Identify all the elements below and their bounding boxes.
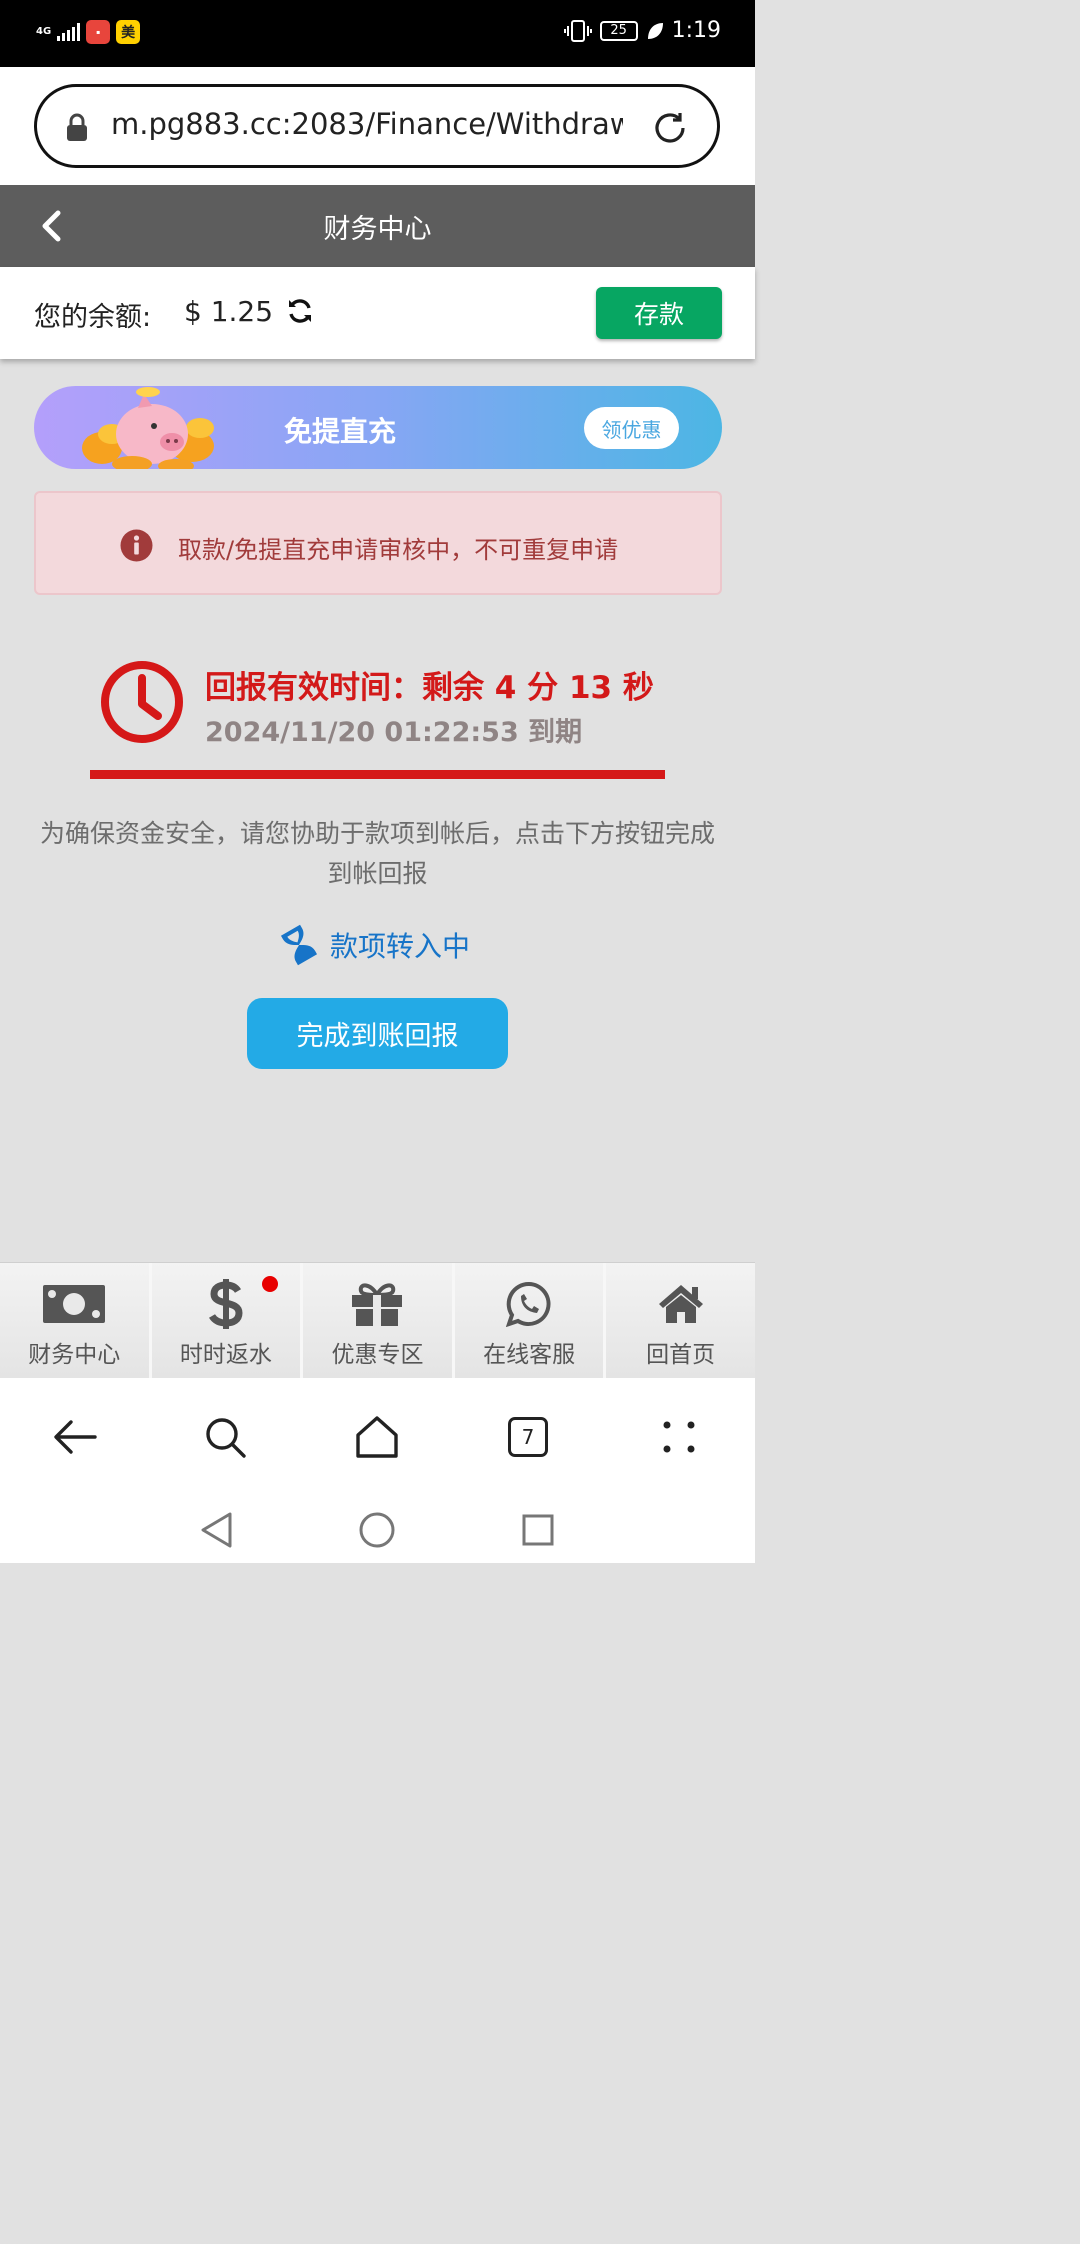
reload-icon[interactable]	[649, 107, 691, 149]
meituan-app-icon: 美	[116, 20, 141, 44]
nav-item-rebate[interactable]: 时时返水	[151, 1263, 304, 1378]
refresh-balance-icon[interactable]	[286, 297, 314, 325]
search-icon	[206, 1418, 246, 1458]
banner-title: 免提直充	[284, 415, 397, 448]
browser-address-area: m.pg883.cc:2083/Finance/Withdraw	[0, 67, 755, 185]
address-bar[interactable]: m.pg883.cc:2083/Finance/Withdraw	[34, 84, 720, 168]
back-icon	[54, 1420, 97, 1454]
android-nav-bar	[0, 1496, 755, 1563]
vibrate-icon	[563, 19, 592, 42]
nav-label-rebate: 时时返水	[179, 1342, 272, 1368]
square-recents-icon	[522, 1514, 554, 1546]
browser-toolbar: 7	[0, 1378, 755, 1496]
lock-icon	[67, 113, 87, 141]
nav-label-home: 回首页	[646, 1342, 716, 1368]
browser-tabs-button[interactable]: 7	[503, 1412, 553, 1462]
battery-level: 25	[610, 23, 627, 38]
android-home-button[interactable]	[357, 1510, 397, 1550]
browser-search-button[interactable]	[200, 1412, 250, 1462]
battery-icon: 25	[599, 20, 638, 41]
page-header: 财务中心	[0, 185, 755, 267]
promo-banner[interactable]: 免提直充 领优惠	[34, 386, 722, 469]
deposit-button[interactable]: 存款	[596, 287, 722, 339]
complete-report-button[interactable]: 完成到账回报	[247, 998, 508, 1069]
hourglass-icon	[280, 924, 318, 966]
status-left: 4G ▪ 美	[36, 20, 141, 44]
clock-time: 1:19	[671, 18, 721, 43]
info-icon	[120, 529, 153, 562]
transfer-status-text: 款项转入中	[330, 930, 471, 963]
safety-notice: 为确保资金安全，请您协助于款项到帐后，点击下方按钮完成到帐回报	[39, 819, 715, 888]
money-bill-icon	[43, 1285, 106, 1323]
nav-item-promotions[interactable]: 优惠专区	[303, 1263, 455, 1378]
menu-dots-icon	[663, 1421, 695, 1453]
circle-home-icon	[359, 1512, 395, 1548]
android-recents-button[interactable]	[518, 1510, 558, 1550]
url-text[interactable]: m.pg883.cc:2083/Finance/Withdraw	[111, 107, 623, 141]
page-title: 财务中心	[323, 214, 432, 245]
review-alert: 取款/免提直充申请审核中，不可重复申请	[34, 491, 722, 595]
status-right: 25 1:19	[563, 18, 721, 43]
whatsapp-icon	[506, 1281, 551, 1327]
claim-offer-button[interactable]: 领优惠	[584, 407, 679, 449]
nav-item-home[interactable]: 回首页	[606, 1263, 755, 1378]
browser-menu-button[interactable]	[654, 1412, 704, 1462]
bottom-nav: 财务中心 时时返水 优惠专区 在线客服 回首页	[0, 1262, 755, 1378]
nav-item-finance[interactable]: 财务中心	[0, 1263, 152, 1378]
browser-home-button[interactable]	[352, 1412, 402, 1462]
home-icon	[658, 1285, 703, 1323]
nav-label-promotions: 优惠专区	[331, 1342, 424, 1368]
triangle-back-icon	[201, 1512, 232, 1548]
network-type: 4G	[36, 26, 52, 37]
countdown-text: 回报有效时间：剩余 4 分 13 秒	[205, 670, 654, 706]
clock-icon	[101, 661, 183, 743]
transfer-status: 款项转入中	[278, 924, 470, 966]
signal-icon	[57, 23, 81, 41]
dollar-icon	[208, 1279, 243, 1329]
balance-label: 您的余额:	[34, 302, 152, 333]
huawei-app-icon: ▪	[86, 20, 111, 44]
home-outline-icon	[356, 1416, 398, 1458]
status-bar: 4G ▪ 美 25 1:19	[0, 0, 755, 67]
balance-bar: 您的余额: $ 1.25 存款	[0, 267, 755, 359]
expire-time: 2024/11/20 01:22:53 到期	[205, 717, 583, 748]
countdown-divider	[90, 770, 665, 779]
nav-label-finance: 财务中心	[28, 1342, 121, 1368]
tab-count: 7	[508, 1417, 548, 1457]
leaf-icon	[647, 22, 663, 39]
android-back-button[interactable]	[196, 1510, 236, 1550]
gift-icon	[352, 1283, 403, 1326]
nav-label-support: 在线客服	[483, 1342, 576, 1368]
browser-back-button[interactable]	[50, 1412, 100, 1462]
nav-item-support[interactable]: 在线客服	[454, 1263, 607, 1378]
balance-value: $ 1.25	[184, 295, 274, 328]
notification-dot	[261, 1276, 278, 1292]
piggy-bank-icon	[82, 387, 214, 469]
alert-text: 取款/免提直充申请审核中，不可重复申请	[178, 536, 619, 564]
